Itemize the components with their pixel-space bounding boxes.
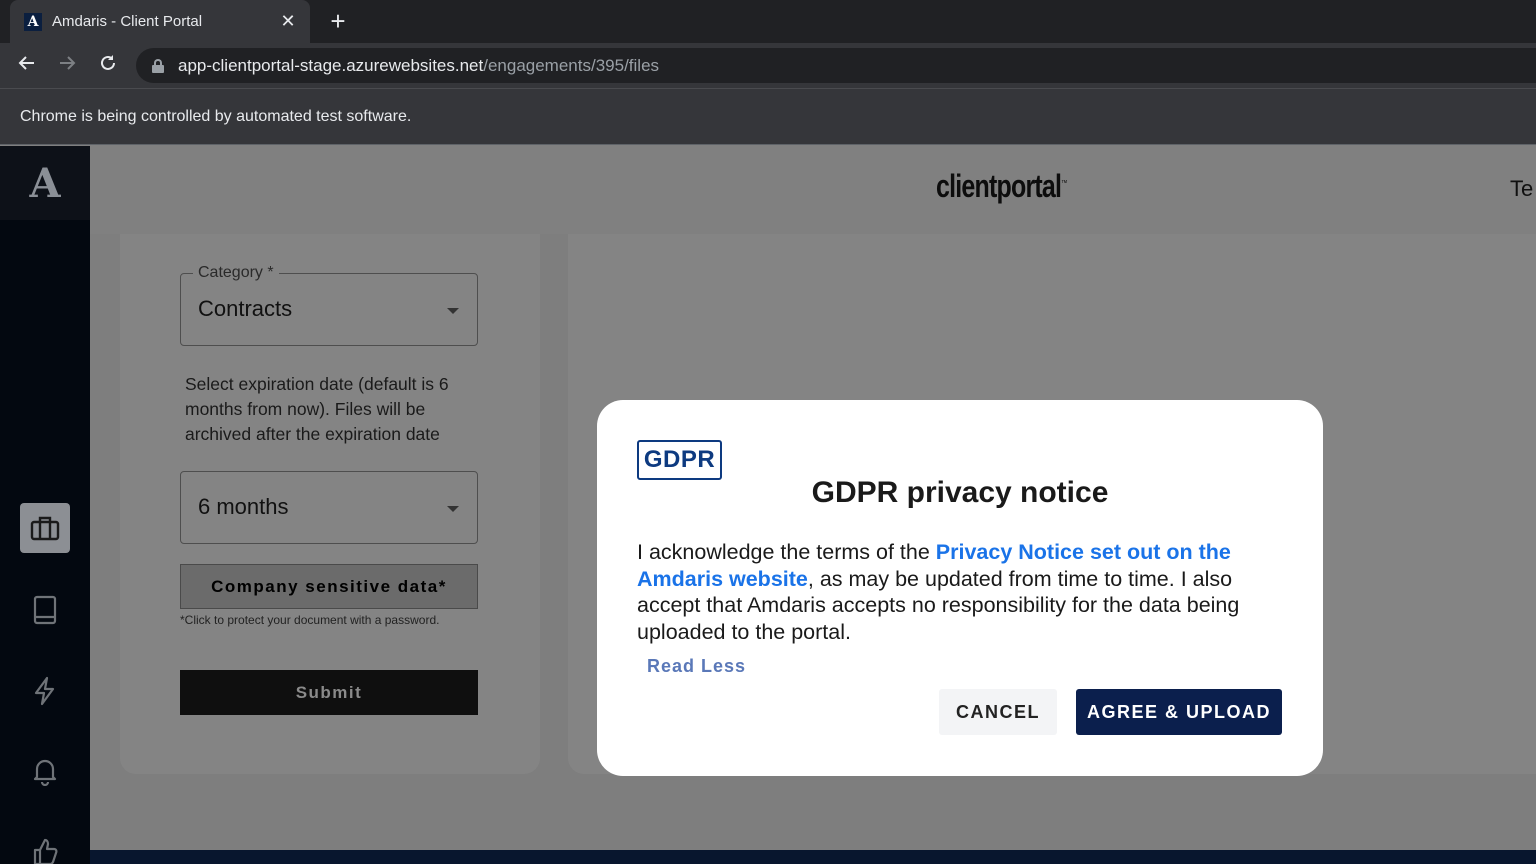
category-select[interactable]: Category * Contracts	[180, 264, 478, 346]
clientportal-logo[interactable]: clientportal™	[936, 168, 1067, 205]
bell-icon	[33, 759, 57, 786]
modal-title: GDPR privacy notice	[811, 476, 1109, 509]
category-label: Category *	[193, 264, 279, 282]
automation-infobar: Chrome is being controlled by automated …	[0, 88, 1536, 145]
read-less-link[interactable]: Read Less	[647, 656, 746, 677]
book-icon	[33, 595, 57, 625]
amdaris-favicon-icon: A	[24, 12, 42, 31]
sidebar-item-feedback[interactable]	[20, 826, 70, 864]
reload-icon[interactable]	[96, 53, 120, 77]
submit-button[interactable]: Submit	[180, 670, 478, 715]
sidebar-item-docs[interactable]	[20, 585, 70, 635]
thumbs-up-icon	[33, 838, 58, 864]
lightning-icon	[34, 676, 55, 706]
expiration-select[interactable]: 6 months	[180, 471, 478, 544]
company-sensitive-data-button[interactable]: Company sensitive data*	[180, 564, 478, 609]
browser-toolbar: app-clientportal-stage.azurewebsites.net…	[0, 43, 1536, 88]
forward-arrow-icon[interactable]	[55, 53, 79, 77]
brand-text: clientportal	[936, 168, 1062, 204]
expiration-value: 6 months	[198, 494, 289, 519]
gdpr-modal: GDPR GDPR privacy notice I acknowledge t…	[597, 400, 1323, 776]
sensitive-data-note: *Click to protect your document with a p…	[180, 613, 440, 627]
modal-body-text: I acknowledge the terms of the Privacy N…	[637, 539, 1283, 645]
amdaris-logo-icon[interactable]: A	[0, 146, 90, 220]
expiration-help-text: Select expiration date (default is 6 mon…	[185, 374, 449, 444]
url-path: /engagements/395/files	[483, 55, 660, 75]
dropdown-arrow-icon	[447, 506, 459, 512]
footer-bar	[90, 850, 1536, 864]
header-user-name[interactable]: Te	[1510, 176, 1533, 202]
address-bar[interactable]: app-clientportal-stage.azurewebsites.net…	[136, 48, 1536, 83]
tab-close-icon[interactable]: ✕	[278, 11, 298, 32]
browser-tab[interactable]: A Amdaris - Client Portal ✕	[10, 0, 310, 43]
agree-upload-button[interactable]: AGREE & UPLOAD	[1076, 689, 1282, 735]
sidebar-item-engagements[interactable]	[20, 503, 70, 553]
url-host: app-clientportal-stage.azurewebsites.net	[178, 55, 484, 75]
dropdown-arrow-icon	[447, 308, 459, 314]
new-tab-icon[interactable]: +	[326, 6, 350, 37]
brand-tm: ™	[1061, 178, 1067, 188]
cancel-button[interactable]: CANCEL	[939, 689, 1057, 735]
body-text-pre: I acknowledge the terms of the	[637, 540, 936, 564]
back-arrow-icon[interactable]	[15, 53, 39, 77]
gdpr-badge: GDPR	[637, 440, 722, 480]
category-value: Contracts	[198, 296, 293, 321]
sidebar-item-activity[interactable]	[20, 666, 70, 716]
app-header: clientportal™ Te	[90, 146, 1536, 234]
browser-tab-strip: A Amdaris - Client Portal ✕ +	[0, 0, 1536, 43]
sidebar-item-notifications[interactable]	[20, 746, 70, 796]
app-sidebar: A	[0, 146, 90, 864]
briefcase-icon	[30, 516, 60, 541]
tab-title: Amdaris - Client Portal	[52, 13, 203, 30]
lock-icon	[152, 58, 164, 73]
infobar-text: Chrome is being controlled by automated …	[20, 107, 412, 125]
